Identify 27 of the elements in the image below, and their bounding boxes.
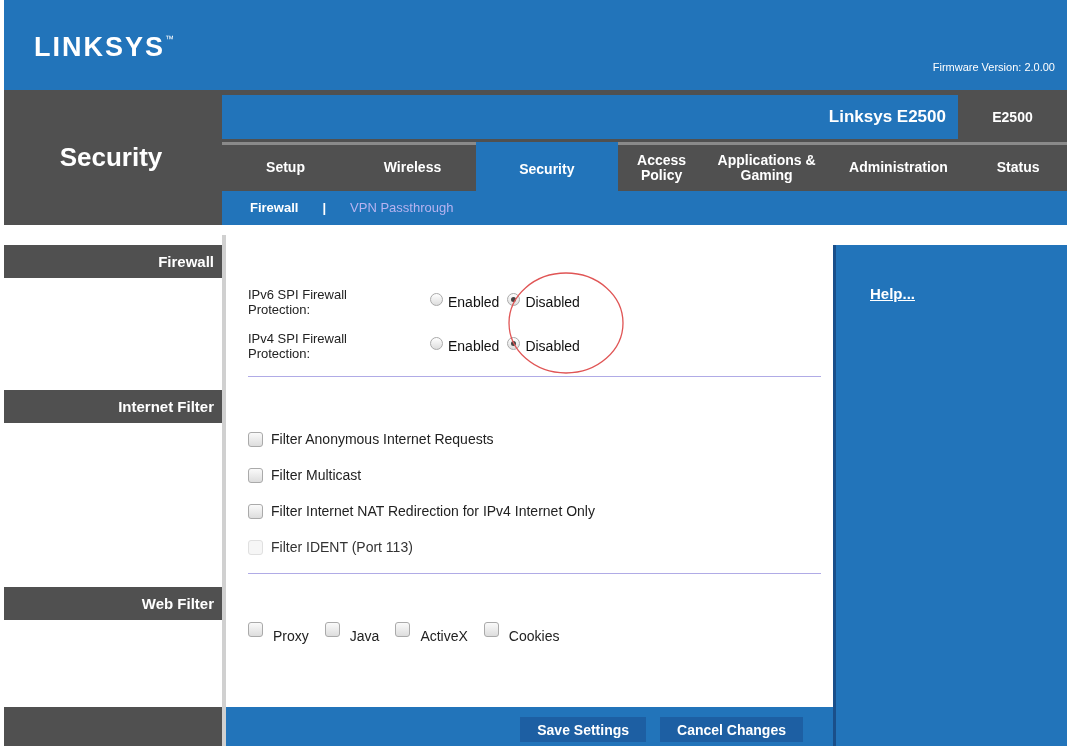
help-link[interactable]: Help... — [870, 285, 915, 302]
filter-checkbox[interactable]: Cookies — [483, 622, 560, 644]
filter-checkbox[interactable]: Filter Multicast — [248, 467, 821, 483]
filter-checkbox[interactable]: Proxy — [248, 622, 309, 644]
linksys-logo: LINKSYS™ — [34, 32, 175, 63]
nav-tab[interactable]: Security — [476, 141, 618, 191]
setting-label: IPv6 SPI Firewall Protection: — [248, 287, 348, 317]
firmware-version: Firmware Version: 2.0.00 — [932, 61, 1055, 73]
save-button[interactable]: Save Settings — [520, 717, 647, 742]
sub-tab[interactable]: Firewall — [250, 200, 299, 216]
filter-checkbox[interactable]: ActiveX — [395, 622, 468, 644]
section-header: Firewall — [4, 245, 222, 278]
filter-checkbox[interactable]: Filter Internet NAT Redirection for IPv4 Internet Only — [248, 503, 821, 519]
cancel-button[interactable]: Cancel Changes — [660, 717, 803, 742]
section-header: Internet Filter — [4, 390, 222, 423]
radio-option[interactable]: Disabled — [507, 294, 580, 310]
model-number: E2500 — [991, 107, 1034, 127]
filter-checkbox[interactable]: Filter Anonymous Internet Requests — [248, 431, 821, 447]
model-name: Linksys E2500 — [222, 95, 958, 139]
radio-option[interactable]: Enabled — [430, 338, 500, 354]
filter-checkbox[interactable]: Java — [324, 622, 380, 644]
section-header: Web Filter — [4, 587, 222, 620]
page-title: Security — [59, 142, 163, 173]
setting-label: IPv4 SPI Firewall Protection: — [248, 331, 348, 361]
radio-option[interactable]: Enabled — [430, 294, 500, 310]
radio-option[interactable]: Disabled — [507, 338, 580, 354]
separator: | — [322, 200, 327, 216]
